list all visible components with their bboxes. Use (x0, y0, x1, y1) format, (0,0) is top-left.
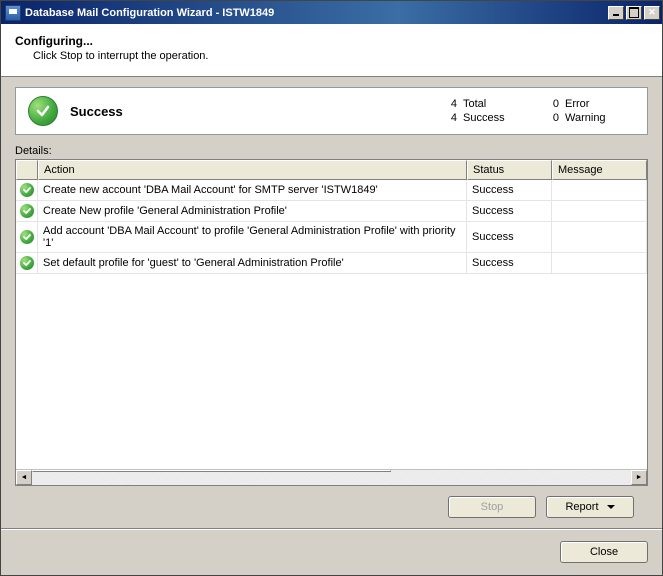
stop-button[interactable]: Stop (448, 496, 536, 518)
scroll-right-button[interactable]: ► (631, 470, 647, 485)
summary-stats: 4 Total 0 Error 4 Success 0 Warning (437, 98, 635, 124)
row-status-cell: Success (467, 180, 552, 201)
app-icon (5, 5, 21, 21)
close-button[interactable]: Close (560, 541, 648, 563)
row-status-icon-cell (16, 201, 38, 222)
row-action-cell: Add account 'DBA Mail Account' to profil… (38, 222, 467, 253)
check-icon (20, 183, 34, 197)
summary-status-label: Success (70, 104, 437, 119)
page-body: Success 4 Total 0 Error 4 Success 0 Warn… (1, 77, 662, 528)
stop-button-label: Stop (481, 501, 504, 513)
row-status-cell: Success (467, 253, 552, 274)
row-message-cell (552, 222, 647, 253)
details-label: Details: (15, 145, 648, 157)
report-button-label: Report (565, 501, 598, 513)
maximize-button[interactable] (626, 6, 642, 20)
table-row[interactable]: Create new account 'DBA Mail Account' fo… (16, 180, 647, 201)
summary-panel: Success 4 Total 0 Error 4 Success 0 Warn… (15, 87, 648, 135)
minimize-button[interactable] (608, 6, 624, 20)
warning-count: 0 (539, 112, 559, 124)
error-label: Error (565, 98, 635, 110)
col-header-status[interactable]: Status (467, 160, 552, 180)
scroll-track[interactable] (32, 470, 631, 485)
table-row[interactable]: Create New profile 'General Administrati… (16, 201, 647, 222)
row-action-cell: Set default profile for 'guest' to 'Gene… (38, 253, 467, 274)
grid-header: Action Status Message (16, 160, 647, 180)
row-status-icon-cell (16, 180, 38, 201)
success-label: Success (463, 112, 533, 124)
row-status-icon-cell (16, 253, 38, 274)
row-action-cell: Create New profile 'General Administrati… (38, 201, 467, 222)
scroll-thumb[interactable] (32, 470, 391, 472)
row-action-cell: Create new account 'DBA Mail Account' fo… (38, 180, 467, 201)
total-label: Total (463, 98, 533, 110)
col-header-icon[interactable] (16, 160, 38, 180)
success-icon (28, 96, 58, 126)
scroll-left-button[interactable]: ◄ (16, 470, 32, 485)
row-status-cell: Success (467, 222, 552, 253)
row-message-cell (552, 201, 647, 222)
page-title: Configuring... (15, 34, 648, 48)
page-header: Configuring... Click Stop to interrupt t… (1, 24, 662, 77)
col-header-message[interactable]: Message (552, 160, 647, 180)
table-row[interactable]: Add account 'DBA Mail Account' to profil… (16, 222, 647, 253)
table-row[interactable]: Set default profile for 'guest' to 'Gene… (16, 253, 647, 274)
row-status-icon-cell (16, 222, 38, 253)
horizontal-scrollbar[interactable]: ◄ ► (16, 469, 647, 485)
close-button-label: Close (590, 546, 618, 558)
row-message-cell (552, 180, 647, 201)
title-bar[interactable]: Database Mail Configuration Wizard - IST… (1, 1, 662, 24)
check-icon (20, 204, 34, 218)
close-window-button[interactable] (644, 6, 660, 20)
row-status-cell: Success (467, 201, 552, 222)
check-icon (20, 230, 34, 244)
check-icon (20, 256, 34, 270)
warning-label: Warning (565, 112, 635, 124)
col-header-action[interactable]: Action (38, 160, 467, 180)
error-count: 0 (539, 98, 559, 110)
page-subtitle: Click Stop to interrupt the operation. (33, 50, 648, 62)
wizard-window: Database Mail Configuration Wizard - IST… (0, 0, 663, 576)
success-count: 4 (437, 112, 457, 124)
report-button[interactable]: Report (546, 496, 634, 518)
details-grid: Action Status Message Create new account… (15, 159, 648, 486)
footer-button-row: Close (1, 528, 662, 575)
action-button-row: Stop Report (15, 486, 648, 528)
total-count: 4 (437, 98, 457, 110)
grid-body: Create new account 'DBA Mail Account' fo… (16, 180, 647, 469)
window-title: Database Mail Configuration Wizard - IST… (25, 7, 608, 19)
window-controls (608, 6, 660, 20)
row-message-cell (552, 253, 647, 274)
caret-down-icon (607, 505, 615, 509)
